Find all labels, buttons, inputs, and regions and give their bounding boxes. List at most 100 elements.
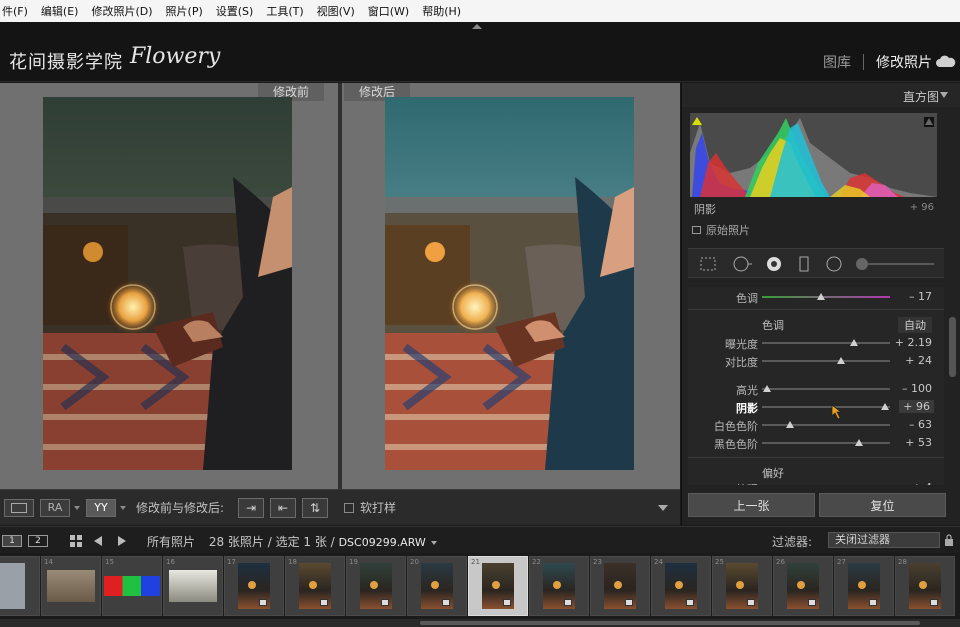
blacks-knob[interactable] xyxy=(855,439,864,446)
secondary-display-button[interactable]: 2 xyxy=(28,535,48,547)
exposure-value[interactable]: + 2.19 xyxy=(895,336,932,349)
menu-edit[interactable]: 编辑(E) xyxy=(41,3,79,19)
whites-track[interactable] xyxy=(762,421,890,428)
menu-develop[interactable]: 修改照片(D) xyxy=(91,3,152,19)
original-photo-toggle[interactable]: 原始照片 xyxy=(692,222,750,238)
filmstrip-cell[interactable]: 15 xyxy=(102,556,162,616)
copy-before-to-after-button[interactable]: ⇥ xyxy=(238,497,265,518)
menu-view[interactable]: 视图(V) xyxy=(317,3,355,19)
filmstrip-cell[interactable]: 16 xyxy=(163,556,223,616)
whites-value[interactable]: – 63 xyxy=(909,418,932,431)
tint-track[interactable] xyxy=(762,293,890,300)
auto-tone-button[interactable]: 自动 xyxy=(898,317,932,333)
forward-arrow-icon[interactable] xyxy=(118,536,126,546)
soft-proof-checkbox[interactable] xyxy=(344,502,355,513)
split-mode-chevron-icon[interactable] xyxy=(120,505,126,510)
contrast-slider[interactable]: 对比度 + 24 xyxy=(688,353,944,369)
collapse-top-panel-icon[interactable] xyxy=(472,24,482,29)
menu-tools[interactable]: 工具(T) xyxy=(266,3,303,19)
histogram-header[interactable]: 直方图 xyxy=(682,83,960,107)
shadows-track[interactable] xyxy=(762,403,890,410)
module-develop[interactable]: 修改照片 xyxy=(876,52,932,72)
tint-value[interactable]: – 17 xyxy=(909,290,932,303)
reset-button[interactable]: 复位 xyxy=(819,493,946,517)
thumbnail xyxy=(726,563,758,609)
exposure-track[interactable] xyxy=(762,339,890,346)
filmstrip-cell[interactable]: 17 xyxy=(224,556,284,616)
source-dropdown-icon[interactable] xyxy=(430,540,437,545)
adjustment-brush-icon[interactable] xyxy=(854,255,936,273)
contrast-track[interactable] xyxy=(762,357,890,364)
highlights-track[interactable] xyxy=(762,385,890,392)
back-arrow-icon[interactable] xyxy=(94,536,102,546)
shadows-slider[interactable]: 阴影 + 96 xyxy=(688,399,944,415)
contrast-knob[interactable] xyxy=(837,357,846,364)
filter-lock-icon[interactable] xyxy=(944,534,954,546)
filmstrip-scrollbar[interactable] xyxy=(0,619,960,627)
filmstrip-cell[interactable]: 19 xyxy=(346,556,406,616)
filmstrip-cell[interactable]: 25 xyxy=(712,556,772,616)
whites-slider[interactable]: 白色色阶 – 63 xyxy=(688,417,944,433)
filter-select[interactable]: 关闭过滤器 xyxy=(828,532,940,548)
menu-photo[interactable]: 照片(P) xyxy=(166,3,203,19)
blacks-value[interactable]: + 53 xyxy=(905,436,932,449)
red-eye-icon[interactable] xyxy=(764,255,784,273)
filmstrip-cell[interactable]: 18 xyxy=(285,556,345,616)
histogram-collapse-icon[interactable] xyxy=(940,92,948,98)
filmstrip-cell[interactable]: 22 xyxy=(529,556,589,616)
menu-settings[interactable]: 设置(S) xyxy=(216,3,254,19)
filmstrip-cell[interactable]: 23 xyxy=(590,556,650,616)
after-photo[interactable] xyxy=(385,97,634,470)
shadows-value[interactable]: + 96 xyxy=(899,400,934,413)
highlights-knob[interactable] xyxy=(763,385,772,392)
primary-display-button[interactable]: 1 xyxy=(2,535,22,547)
texture-slider[interactable]: 纹理 + 4 xyxy=(688,480,944,485)
loupe-view-button[interactable] xyxy=(4,498,34,517)
filmstrip-source-info[interactable]: 所有照片 28 张照片 / 选定 1 张 / DSC09299.ARW xyxy=(147,533,437,550)
thumb-highlight xyxy=(431,581,439,589)
shadow-clipping-icon[interactable] xyxy=(692,117,702,125)
before-after-lr-button[interactable]: RA xyxy=(40,498,70,517)
menu-help[interactable]: 帮助(H) xyxy=(422,3,461,19)
histogram[interactable] xyxy=(690,113,937,197)
tint-slider[interactable]: 色调 – 17 xyxy=(688,289,944,305)
menu-window[interactable]: 窗口(W) xyxy=(368,3,409,19)
grid-view-icon[interactable] xyxy=(70,535,82,547)
panel-scrollbar[interactable] xyxy=(949,317,956,377)
highlights-value[interactable]: – 100 xyxy=(902,382,932,395)
tint-knob[interactable] xyxy=(816,293,825,300)
highlight-clipping-icon[interactable] xyxy=(924,117,934,127)
cloud-icon[interactable] xyxy=(936,55,956,67)
toolbar-options-chevron-icon[interactable] xyxy=(658,505,668,511)
crop-icon[interactable] xyxy=(698,255,718,273)
whites-knob[interactable] xyxy=(786,421,795,428)
filmstrip-cell[interactable]: 20 xyxy=(407,556,467,616)
filmstrip-cell[interactable]: 24 xyxy=(651,556,711,616)
texture-value[interactable]: + 4 xyxy=(912,481,932,485)
spot-removal-icon[interactable] xyxy=(732,255,752,273)
blacks-slider[interactable]: 黑色色阶 + 53 xyxy=(688,435,944,451)
highlights-slider[interactable]: 高光 – 100 xyxy=(688,381,944,397)
radial-filter-icon[interactable] xyxy=(824,255,844,273)
filmstrip-cell[interactable]: 21 xyxy=(468,556,528,616)
swap-before-after-button[interactable]: ⇅ xyxy=(302,497,329,518)
filmstrip-cell[interactable] xyxy=(0,556,40,616)
original-photo-checkbox[interactable] xyxy=(692,226,701,234)
before-after-mode-chevron-icon[interactable] xyxy=(74,505,80,510)
previous-button[interactable]: 上一张 xyxy=(688,493,815,517)
graduated-filter-icon[interactable] xyxy=(794,255,814,273)
shadows-knob[interactable] xyxy=(880,403,889,410)
before-photo[interactable] xyxy=(43,97,292,470)
blacks-track[interactable] xyxy=(762,439,890,446)
filmstrip-cell[interactable]: 14 xyxy=(41,556,101,616)
exposure-slider[interactable]: 曝光度 + 2.19 xyxy=(688,335,944,351)
filmstrip-cell[interactable]: 27 xyxy=(834,556,894,616)
copy-after-to-before-button[interactable]: ⇤ xyxy=(270,497,297,518)
filmstrip-cell[interactable]: 28 xyxy=(895,556,955,616)
contrast-value[interactable]: + 24 xyxy=(905,354,932,367)
menu-file[interactable]: 件(F) xyxy=(2,3,28,19)
module-library[interactable]: 图库 xyxy=(823,52,851,72)
filmstrip-cell[interactable]: 26 xyxy=(773,556,833,616)
exposure-knob[interactable] xyxy=(850,339,859,346)
before-after-split-button[interactable]: YY xyxy=(86,498,116,517)
